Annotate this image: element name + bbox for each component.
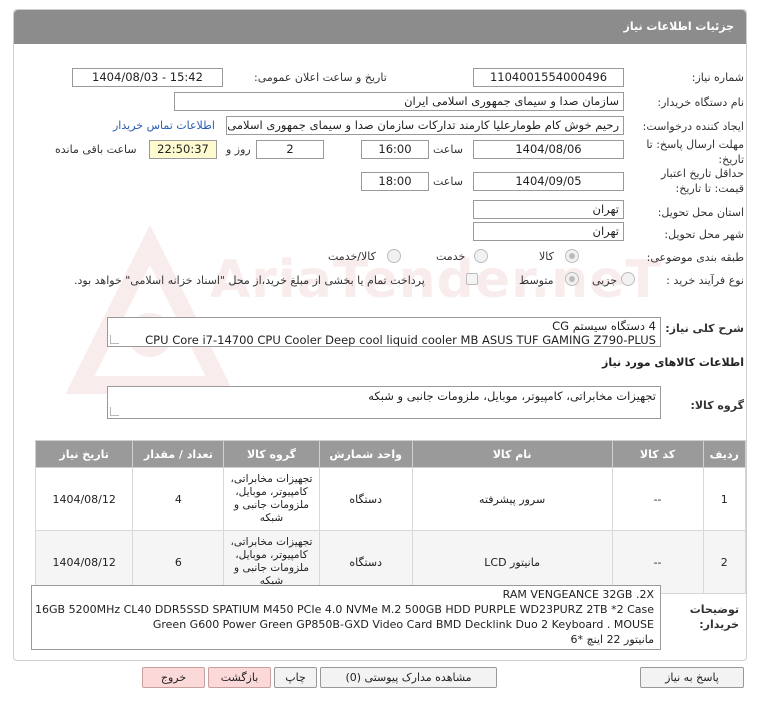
description-label: شرح کلی نیاز:	[665, 322, 744, 335]
col-qty: تعداد / مقدار	[132, 440, 225, 468]
cell-row: 1	[702, 467, 747, 531]
province-label: استان محل تحویل:	[657, 206, 744, 219]
cell-unit: دستگاه	[318, 467, 413, 531]
process-medium-radio[interactable]	[565, 272, 579, 286]
remaining-label: ساعت باقی مانده	[55, 143, 137, 156]
process-label: نوع فرآیند خرید :	[666, 274, 744, 287]
goods-group-label: گروه کالا:	[690, 399, 744, 412]
process-partial-label: جزیی	[592, 274, 618, 287]
validity-time-label: ساعت	[433, 175, 463, 188]
back-button[interactable]: بازگشت	[208, 667, 271, 688]
notes-label-1: توضیحات	[689, 603, 739, 616]
col-group: گروه کالا	[223, 440, 320, 468]
buyer-contact-link[interactable]: اطلاعات تماس خریدار	[113, 119, 215, 132]
notes-line-3: Green G600 Power Green GP850B-GXD Video …	[152, 618, 654, 631]
table-header-row: ردیف کد کالا نام کالا واحد شمارش گروه کا…	[34, 440, 747, 468]
deadline-time-label: ساعت	[433, 143, 463, 156]
deadline-date-field: 1404/08/06	[473, 140, 624, 159]
province-field: تهران	[473, 200, 624, 219]
deadline-label-2: تاریخ:	[718, 153, 744, 166]
announce-field: 1404/08/03 - 15:42	[72, 68, 223, 87]
cell-group: تجهیزات مخابراتی، کامپیوتر، موبایل، ملزو…	[223, 467, 320, 531]
treasury-payment-checkbox[interactable]	[466, 273, 478, 285]
category-goods-service-label: کالا/خدمت	[328, 250, 376, 263]
deadline-time-field: 16:00	[361, 140, 429, 159]
cell-qty: 4	[132, 467, 225, 531]
table-row[interactable]: 1 -- سرور پیشرفته دستگاه تجهیزات مخابرات…	[34, 467, 747, 531]
validity-label-2: قیمت: تا تاریخ:	[675, 182, 744, 195]
cell-date: 1404/08/12	[34, 467, 134, 531]
col-date: تاریخ نیاز	[34, 440, 134, 468]
announce-label: تاریخ و ساعت اعلان عمومی:	[254, 71, 387, 84]
days-label: روز و	[226, 143, 251, 156]
category-goods-radio[interactable]	[565, 249, 579, 263]
need-number-label: شماره نیاز:	[691, 71, 744, 84]
col-row: ردیف	[702, 440, 747, 468]
process-medium-label: متوسط	[519, 274, 554, 287]
days-field: 2	[256, 140, 324, 159]
need-number-field: 1104001554000496	[473, 68, 624, 87]
validity-date-field: 1404/09/05	[473, 172, 624, 191]
col-code: کد کالا	[611, 440, 704, 468]
category-service-radio[interactable]	[474, 249, 488, 263]
cell-row: 2	[702, 530, 747, 594]
process-partial-radio[interactable]	[621, 272, 635, 286]
remaining-time-field: 22:50:37	[149, 140, 217, 159]
deadline-label-1: مهلت ارسال پاسخ: تا	[646, 138, 744, 151]
category-label: طبقه بندی موضوعی:	[646, 251, 744, 264]
validity-label-1: حداقل تاریخ اعتبار	[660, 167, 744, 180]
buyer-org-label: نام دستگاه خریدار:	[657, 96, 744, 109]
col-name: نام کالا	[411, 440, 613, 468]
goods-section-title: اطلاعات کالاهای مورد نیاز	[602, 356, 744, 369]
print-button[interactable]: چاپ	[274, 667, 317, 688]
cell-code: --	[611, 467, 704, 531]
resize-handle-icon[interactable]	[110, 407, 119, 416]
goods-group-value: تجهیزات مخابراتی، کامپیوتر، موبایل، ملزو…	[368, 389, 656, 403]
notes-line-1: RAM VENGEANCE 32GB .2X	[502, 588, 654, 601]
items-table: ردیف کد کالا نام کالا واحد شمارش گروه کا…	[34, 440, 747, 594]
col-unit: واحد شمارش	[318, 440, 413, 468]
description-textarea: 4 دستگاه سیستم CG CPU Core i7-14700 CPU …	[107, 317, 661, 347]
attachments-button[interactable]: مشاهده مدارک پیوستی (0)	[320, 667, 497, 688]
treasury-payment-note: پرداخت تمام یا بخشی از مبلغ خرید،از محل …	[74, 274, 425, 287]
notes-line-4: مانیتور 22 اینچ *6	[570, 633, 654, 646]
city-label: شهر محل تحویل:	[664, 228, 744, 241]
resize-handle-icon[interactable]	[110, 335, 119, 344]
creator-field: رحیم خوش کام طومارعلیا کارمند تدارکات سا…	[226, 116, 624, 135]
description-line-1: 4 دستگاه سیستم CG	[552, 319, 656, 333]
category-goods-label: کالا	[539, 250, 554, 263]
city-field: تهران	[473, 222, 624, 241]
goods-group-textarea: تجهیزات مخابراتی، کامپیوتر، موبایل، ملزو…	[107, 386, 661, 419]
creator-label: ایجاد کننده درخواست:	[642, 120, 744, 133]
notes-label-2: خریدار:	[699, 618, 739, 631]
notes-line-2: 16GB 5200MHz CL40 DDR5SSD SPATIUM M450 P…	[35, 603, 654, 616]
category-goods-service-radio[interactable]	[387, 249, 401, 263]
reply-button[interactable]: پاسخ به نیاز	[640, 667, 744, 688]
description-line-2: CPU Core i7-14700 CPU Cooler Deep cool l…	[145, 333, 656, 347]
buyer-org-field: سازمان صدا و سیمای جمهوری اسلامی ایران	[174, 92, 624, 111]
cell-name: سرور پیشرفته	[411, 467, 613, 531]
validity-time-field: 18:00	[361, 172, 429, 191]
panel-header: جزئیات اطلاعات نیاز	[14, 10, 746, 44]
panel-title: جزئیات اطلاعات نیاز	[623, 20, 735, 33]
category-service-label: خدمت	[436, 250, 466, 263]
notes-textarea: RAM VENGEANCE 32GB .2X 16GB 5200MHz CL40…	[31, 585, 661, 650]
exit-button[interactable]: خروج	[142, 667, 205, 688]
